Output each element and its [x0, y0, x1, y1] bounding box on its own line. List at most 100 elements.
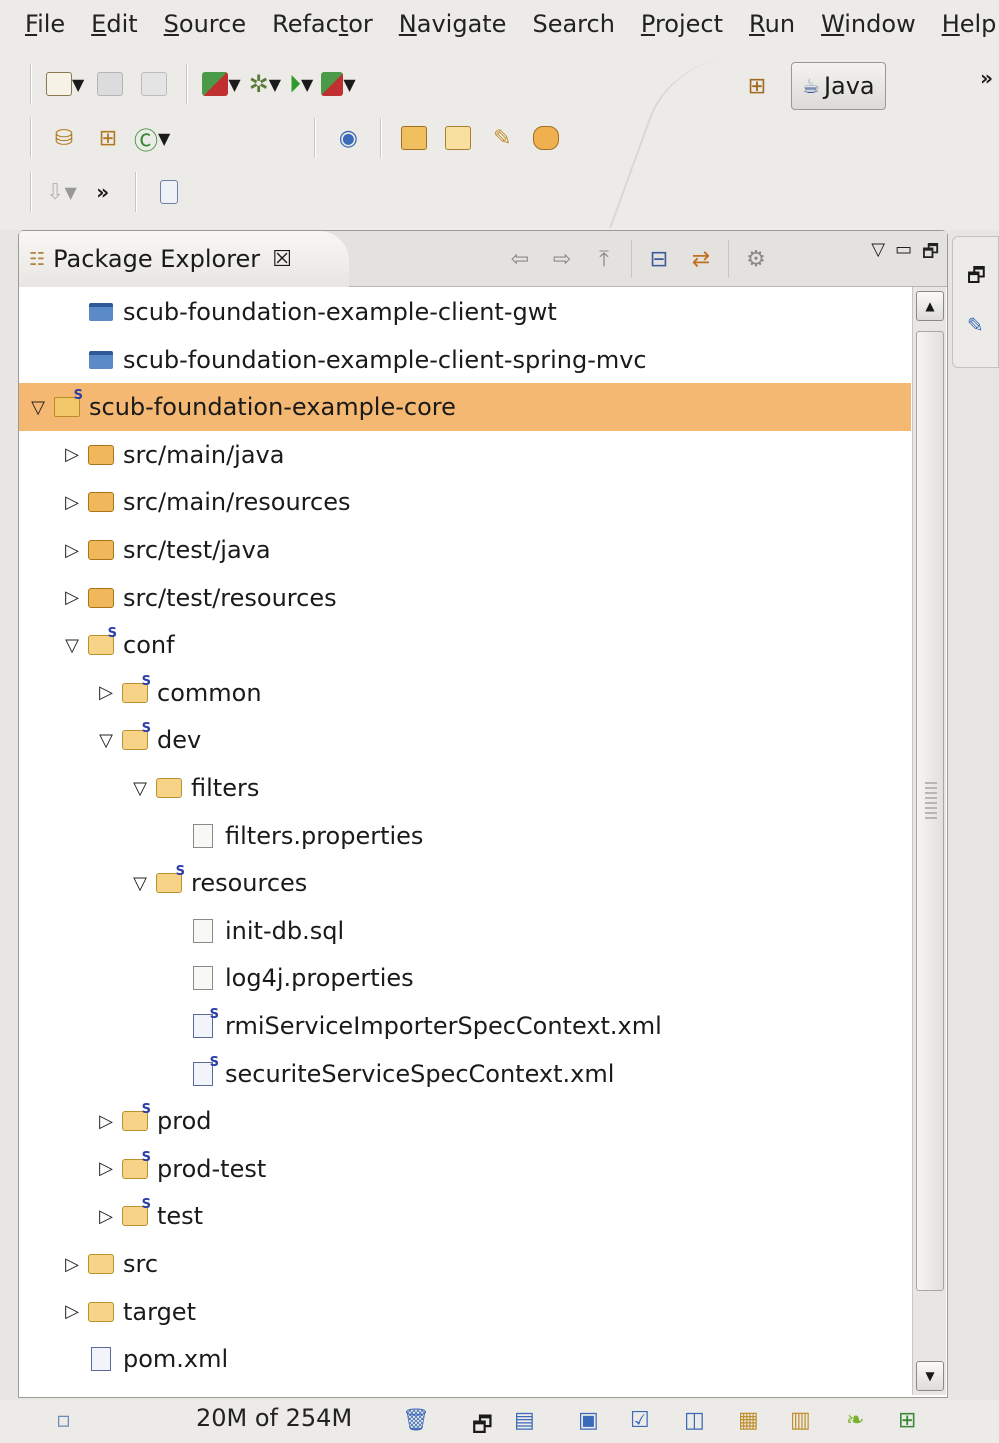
tree-item[interactable]: scub-foundation-example-client-spring-mv… — [19, 336, 911, 384]
tree-item[interactable]: ▽ filters — [19, 764, 911, 812]
show-whitespace-button[interactable] — [151, 174, 187, 210]
external-tools-dropdown[interactable]: ▼ — [321, 72, 356, 96]
new-wizard-dropdown[interactable]: ▼ — [46, 72, 84, 96]
collapsed-twisty-icon[interactable]: ▷ — [61, 587, 83, 608]
collapsed-twisty-icon[interactable]: ▷ — [95, 682, 117, 703]
tree-item[interactable]: ▷ Scommon — [19, 669, 911, 717]
collapsed-twisty-icon[interactable]: ▷ — [95, 1206, 117, 1227]
new-java-project-button[interactable]: ⛁ — [46, 120, 82, 156]
tree-item[interactable]: ▷ src/main/resources — [19, 478, 911, 526]
collapse-all-icon[interactable]: ⊟ — [638, 247, 680, 272]
expanded-twisty-icon[interactable]: ▽ — [129, 778, 151, 799]
declaration-icon[interactable]: ▦ — [738, 1408, 759, 1433]
edit-button[interactable]: ✎ — [484, 120, 520, 156]
run-dropdown[interactable]: ⏵ ▼ — [289, 70, 313, 98]
servers-icon[interactable]: ▥ — [790, 1408, 811, 1433]
collapsed-twisty-icon[interactable]: ▷ — [95, 1158, 117, 1179]
menu-source[interactable]: Source — [151, 10, 259, 38]
menu-search[interactable]: Search — [519, 10, 627, 38]
print-icon — [141, 72, 168, 96]
tree-item[interactable]: log4j.properties — [19, 954, 911, 1002]
vertical-scrollbar[interactable]: ▲ ▼ — [912, 287, 946, 1395]
restore-icon[interactable]: 🗗 — [472, 1408, 493, 1443]
console-icon[interactable]: ▣ — [578, 1408, 599, 1433]
scroll-up-button[interactable]: ▲ — [916, 291, 944, 321]
scrollbar-thumb[interactable] — [916, 331, 944, 1291]
hierarchy-icon[interactable]: ▤ — [514, 1408, 535, 1433]
restore-icon[interactable]: 🗗 — [967, 261, 986, 295]
server-dropdown[interactable]: ▼ — [202, 72, 241, 96]
view-menu-icon[interactable]: ▽ — [871, 239, 885, 269]
tree-item[interactable]: ▽ Sresources — [19, 859, 911, 907]
java-perspective-button[interactable]: ☕ Java — [791, 62, 886, 110]
tree-item[interactable]: ▷ src/test/resources — [19, 574, 911, 622]
tree-item[interactable]: SsecuriteServiceSpecContext.xml — [19, 1050, 911, 1098]
task-list-icon[interactable]: ✎ — [967, 313, 984, 337]
javadoc-icon[interactable]: ◫ — [684, 1408, 705, 1433]
maximize-icon[interactable]: 🗗 — [922, 239, 939, 269]
link-with-editor-icon[interactable]: ⇄ — [680, 247, 722, 272]
collapsed-twisty-icon[interactable]: ▷ — [61, 444, 83, 465]
collapsed-twisty-icon[interactable]: ▷ — [61, 1301, 83, 1322]
tree-item[interactable]: scub-foundation-example-client-gwt — [19, 288, 911, 336]
tree-item[interactable]: ▷ Sprod-test — [19, 1145, 911, 1193]
tree-item[interactable]: ▽ Sscub-foundation-example-core — [19, 383, 911, 432]
forward-icon[interactable]: ⇨ — [541, 247, 583, 272]
perspective-overflow-button[interactable]: » — [980, 66, 993, 90]
chevron-double-right-icon: » — [980, 66, 993, 90]
annotation-dropdown[interactable]: ⇩ ▼ — [46, 180, 77, 205]
collapsed-twisty-icon[interactable]: ▷ — [61, 540, 83, 561]
expanded-twisty-icon[interactable]: ▽ — [129, 873, 151, 894]
tab-package-explorer[interactable]: ☷ Package Explorer ☒ — [19, 231, 349, 287]
tree-item[interactable]: ▷ Sprod — [19, 1097, 911, 1145]
menu-refactor[interactable]: Refactor — [259, 10, 386, 38]
globe-button[interactable]: ◉ — [330, 120, 366, 156]
toolbar-overflow-button[interactable]: » — [85, 174, 121, 210]
tree-item[interactable]: ▷ src/test/java — [19, 526, 911, 574]
expanded-twisty-icon[interactable]: ▽ — [95, 730, 117, 751]
close-icon[interactable]: ☒ — [272, 247, 292, 272]
tree-item[interactable]: ▷ src/main/java — [19, 431, 911, 479]
tree-item[interactable]: pom.xml — [19, 1335, 911, 1383]
spring-leaf-icon[interactable]: ❧ — [846, 1408, 864, 1433]
print-button[interactable] — [136, 66, 172, 102]
trash-icon[interactable]: 🗑 — [402, 1408, 430, 1433]
tree-item[interactable]: filters.properties — [19, 812, 911, 860]
open-type-button[interactable] — [440, 120, 476, 156]
new-package-button[interactable]: ⊞ — [90, 120, 126, 156]
tree-item[interactable]: ▷ Stest — [19, 1192, 911, 1240]
new-class-dropdown[interactable]: Ⓒ ▼ — [134, 121, 170, 156]
minimize-icon[interactable]: ▭ — [895, 239, 912, 269]
outline-icon[interactable]: ⊞ — [898, 1408, 916, 1433]
tree-item[interactable]: ▽ Sdev — [19, 716, 911, 764]
properties-file-icon — [189, 965, 217, 991]
tree-item[interactable]: ▽ Sconf — [19, 621, 911, 669]
tasks-icon[interactable]: ☑ — [630, 1408, 650, 1433]
menu-window[interactable]: Window — [808, 10, 929, 38]
menu-help[interactable]: Help — [929, 10, 999, 38]
open-folder-button[interactable] — [396, 120, 432, 156]
menu-project[interactable]: Project — [628, 10, 736, 38]
filter-icon[interactable]: ⚙ — [735, 247, 777, 272]
save-button[interactable] — [92, 66, 128, 102]
menu-run[interactable]: Run — [736, 10, 808, 38]
expanded-twisty-icon[interactable]: ▽ — [61, 635, 83, 656]
expanded-twisty-icon[interactable]: ▽ — [27, 397, 49, 418]
tree-item[interactable]: init-db.sql — [19, 907, 911, 955]
menu-navigate[interactable]: Navigate — [386, 10, 520, 38]
back-icon[interactable]: ⇦ — [499, 247, 541, 272]
open-resource-button[interactable] — [528, 120, 564, 156]
tree-item[interactable]: SrmiServiceImporterSpecContext.xml — [19, 1002, 911, 1050]
debug-dropdown[interactable]: ✲ ▼ — [249, 70, 281, 98]
menu-edit[interactable]: Edit — [78, 10, 150, 38]
tree-item[interactable]: ▷ src — [19, 1240, 911, 1288]
up-icon[interactable]: ⤒ — [583, 247, 625, 272]
tree-item[interactable]: ▷ target — [19, 1288, 911, 1336]
open-perspective-button[interactable]: ⊞ — [739, 68, 775, 104]
menu-file[interactable]: File — [0, 10, 78, 38]
collapsed-twisty-icon[interactable]: ▷ — [95, 1111, 117, 1132]
collapsed-twisty-icon[interactable]: ▷ — [61, 492, 83, 513]
fast-view-icon[interactable]: ▫ — [56, 1408, 71, 1433]
collapsed-twisty-icon[interactable]: ▷ — [61, 1254, 83, 1275]
scroll-down-button[interactable]: ▼ — [916, 1361, 944, 1391]
